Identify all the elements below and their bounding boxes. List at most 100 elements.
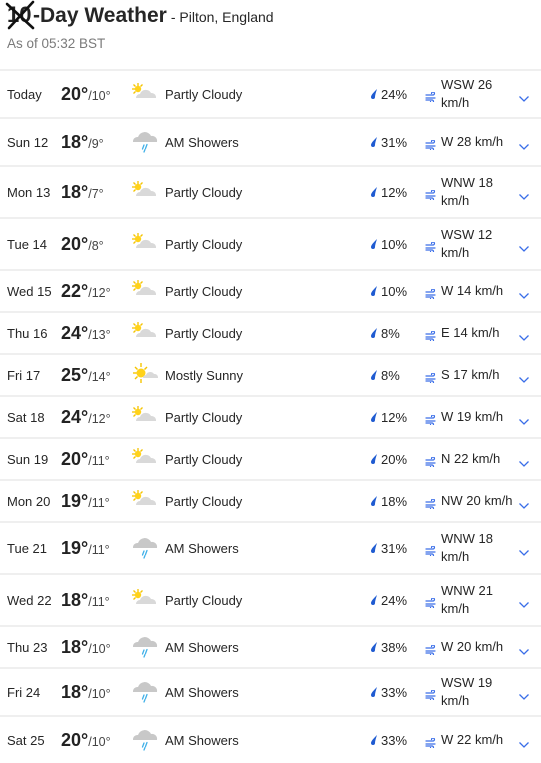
mostly-sunny-icon [130,362,160,388]
low-temp: /14° [88,369,111,384]
condition-label: Partly Cloudy [165,409,243,425]
chevron-down-icon[interactable] [518,643,530,655]
condition-label: AM Showers [165,639,239,655]
precip-value: 33% [381,732,408,748]
high-temp: 22° [61,280,89,301]
condition-label: Partly Cloudy [165,236,243,252]
header: 10 -Day Weather - Pilton, England As of … [5,0,274,51]
condition-label: AM Showers [165,732,239,748]
condition-label: AM Showers [165,684,239,700]
temperature: 20° /10° [61,84,111,105]
low-temp: /11° [88,594,110,609]
partly-cloudy-icon [130,587,160,613]
day-label: Sat 18 [7,409,45,425]
chevron-down-icon[interactable] [518,596,530,608]
temperature: 18° /10° [61,682,111,703]
forecast-row[interactable]: Fri 24 18° /10° AM Showers 33% WSW 19 km… [0,667,541,715]
forecast-row[interactable]: Mon 20 19° /11° Partly Cloudy 18% NW 20 … [0,479,541,521]
high-temp: 19° [61,537,89,558]
chevron-down-icon[interactable] [518,240,530,252]
low-temp: /13° [88,327,111,342]
day-label: Mon 20 [7,493,51,509]
day-label: Today [7,86,42,102]
high-temp: 20° [61,83,89,104]
chevron-down-icon[interactable] [518,138,530,150]
condition-label: Partly Cloudy [165,451,243,467]
chevron-down-icon[interactable] [518,497,530,509]
raindrop-icon [370,595,381,605]
raindrop-icon [370,328,381,338]
partly-cloudy-icon [130,231,160,257]
low-temp: /12° [88,411,111,426]
chevron-down-icon[interactable] [518,188,530,200]
precipitation: 24% [370,87,407,102]
wind-value: S 17 km/h [441,367,500,382]
forecast-row[interactable]: Wed 22 18° /11° Partly Cloudy 24% WNW 21… [0,573,541,625]
chevron-down-icon[interactable] [518,544,530,556]
precip-value: 12% [381,409,408,425]
raindrop-icon [370,239,381,249]
low-temp: /11° [88,453,110,468]
precipitation: 8% [370,368,400,383]
forecast-row[interactable]: Today 20° /10° Partly Cloudy 24% WSW 26 … [0,69,541,117]
day-label: Sun 12 [7,134,49,150]
forecast-row[interactable]: Sat 18 24° /12° Partly Cloudy 12% W 19 k… [0,395,541,437]
forecast-row[interactable]: Mon 13 18° /7° Partly Cloudy 12% WNW 18 … [0,165,541,217]
temperature: 20° /11° [61,449,110,470]
day-label: Sun 19 [7,451,49,467]
showers-icon [130,129,160,155]
high-temp: 25° [61,364,89,385]
chevron-down-icon[interactable] [518,688,530,700]
precip-value: 33% [381,684,408,700]
wind-value: N 22 km/h [441,451,501,466]
chevron-down-icon[interactable] [518,736,530,748]
wind-icon [425,137,437,152]
wind-icon [425,543,437,558]
day-label: Tue 14 [7,236,47,252]
forecast-row[interactable]: Sun 19 20° /11° Partly Cloudy 20% N 22 k… [0,437,541,479]
day-label: Fri 24 [7,684,41,700]
chevron-down-icon[interactable] [518,371,530,383]
precip-value: 31% [381,540,408,556]
forecast-row[interactable]: Tue 14 20° /8° Partly Cloudy 10% WSW 12 … [0,217,541,269]
chevron-down-icon[interactable] [518,413,530,425]
forecast-row[interactable]: Sun 12 18° /9° AM Showers 31% W 28 km/h [0,117,541,165]
day-label: Sat 25 [7,732,45,748]
wind-value: WNW 18 km/h [441,175,493,208]
partly-cloudy-icon [130,488,160,514]
chevron-down-icon[interactable] [518,329,530,341]
forecast-row[interactable]: Sat 25 20° /10° AM Showers 33% W 22 km/h [0,715,541,763]
wind-value: NW 20 km/h [441,493,513,508]
temperature: 24° /13° [61,323,111,344]
precip-value: 10% [381,283,408,299]
low-temp: /10° [88,734,111,749]
low-temp: /11° [88,495,110,510]
day-label: Mon 13 [7,184,51,200]
raindrop-icon [370,642,381,652]
low-temp: /7° [88,186,104,201]
low-temp: /8° [88,238,104,253]
day-label: Wed 15 [7,283,52,299]
precipitation: 31% [370,541,407,556]
forecast-row[interactable]: Tue 21 19° /11° AM Showers 31% WNW 18 km… [0,521,541,573]
chevron-down-icon[interactable] [518,90,530,102]
showers-icon [130,727,160,753]
day-label: Thu 23 [7,639,48,655]
wind-icon [425,595,437,610]
temperature: 24° /12° [61,407,111,428]
wind-icon [425,412,437,427]
wind-icon [425,239,437,254]
partly-cloudy-icon [130,81,160,107]
wind-icon [425,735,437,750]
precipitation: 20% [370,452,407,467]
raindrop-icon [370,137,381,147]
chevron-down-icon[interactable] [518,287,530,299]
chevron-down-icon[interactable] [518,455,530,467]
forecast-row[interactable]: Fri 17 25° /14° Mostly Sunny 8% S 17 km/… [0,353,541,395]
forecast-row[interactable]: Thu 16 24° /13° Partly Cloudy 8% E 14 km… [0,311,541,353]
forecast-row[interactable]: Thu 23 18° /10° AM Showers 38% W 20 km/h [0,625,541,667]
high-temp: 24° [61,322,89,343]
wind-icon [425,687,437,702]
forecast-row[interactable]: Wed 15 22° /12° Partly Cloudy 10% W 14 k… [0,269,541,311]
precipitation: 8% [370,326,400,341]
